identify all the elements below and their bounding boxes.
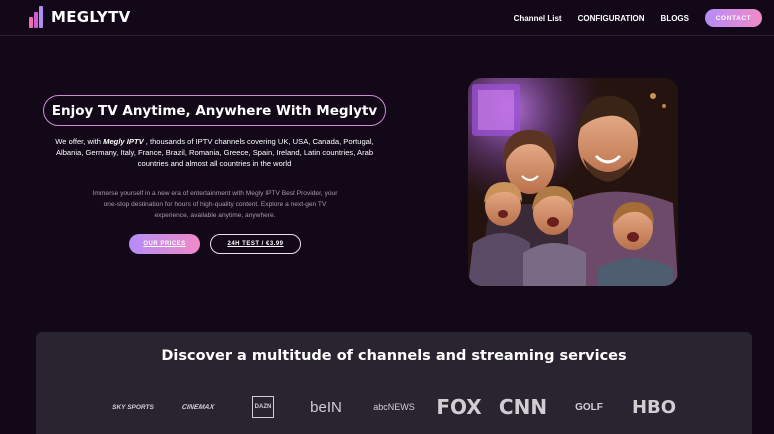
nav-channel-list[interactable]: Channel List xyxy=(514,14,562,23)
channels-title: Discover a multitude of channels and str… xyxy=(161,348,627,364)
hbo-logo: HBO xyxy=(631,396,677,418)
hero-title: Enjoy TV Anytime, Anywhere With Meglytv xyxy=(43,95,386,126)
hero-desc-prefix: We offer, with xyxy=(55,137,104,146)
sky-sports-logo: SKY SPORTS xyxy=(112,403,154,411)
hero-family-image xyxy=(468,78,678,286)
channel-logos: SKY SPORTS CINEMAX DAZN beIN abcNEWS FOX… xyxy=(36,394,752,420)
cinemax-logo: CINEMAX xyxy=(181,403,215,411)
brand-name: MEGLYTV xyxy=(51,8,131,26)
channels-section: Discover a multitude of channels and str… xyxy=(36,332,752,434)
our-prices-button[interactable]: OUR PRICES xyxy=(129,234,200,254)
fox-logo: FOX xyxy=(436,395,482,419)
dazn-logo: DAZN xyxy=(252,396,274,418)
hero-subtext: Immerse yourself in a new era of enterta… xyxy=(92,190,338,219)
golf-logo: GOLF xyxy=(575,401,603,413)
nav-configuration[interactable]: CONFIGURATION xyxy=(578,14,645,23)
logo-bars-icon xyxy=(29,6,45,28)
hero-description: We offer, with Megly IPTV , thousands of… xyxy=(43,136,386,169)
abc-news-logo: abcNEWS xyxy=(373,402,415,412)
top-nav: MEGLYTV Channel List CONFIGURATION BLOGS… xyxy=(0,0,774,36)
test-24h-button[interactable]: 24H TEST / €3.99 xyxy=(210,234,301,254)
nav-links: Channel List CONFIGURATION BLOGS CONTACT xyxy=(514,9,762,27)
contact-button[interactable]: CONTACT xyxy=(705,9,762,27)
cnn-logo: CNN xyxy=(498,395,548,419)
bein-logo: beIN xyxy=(310,398,342,416)
hero-desc-brand: Megly IPTV xyxy=(103,137,144,146)
brand-logo[interactable]: MEGLYTV xyxy=(29,6,131,28)
nav-blogs[interactable]: BLOGS xyxy=(661,14,689,23)
